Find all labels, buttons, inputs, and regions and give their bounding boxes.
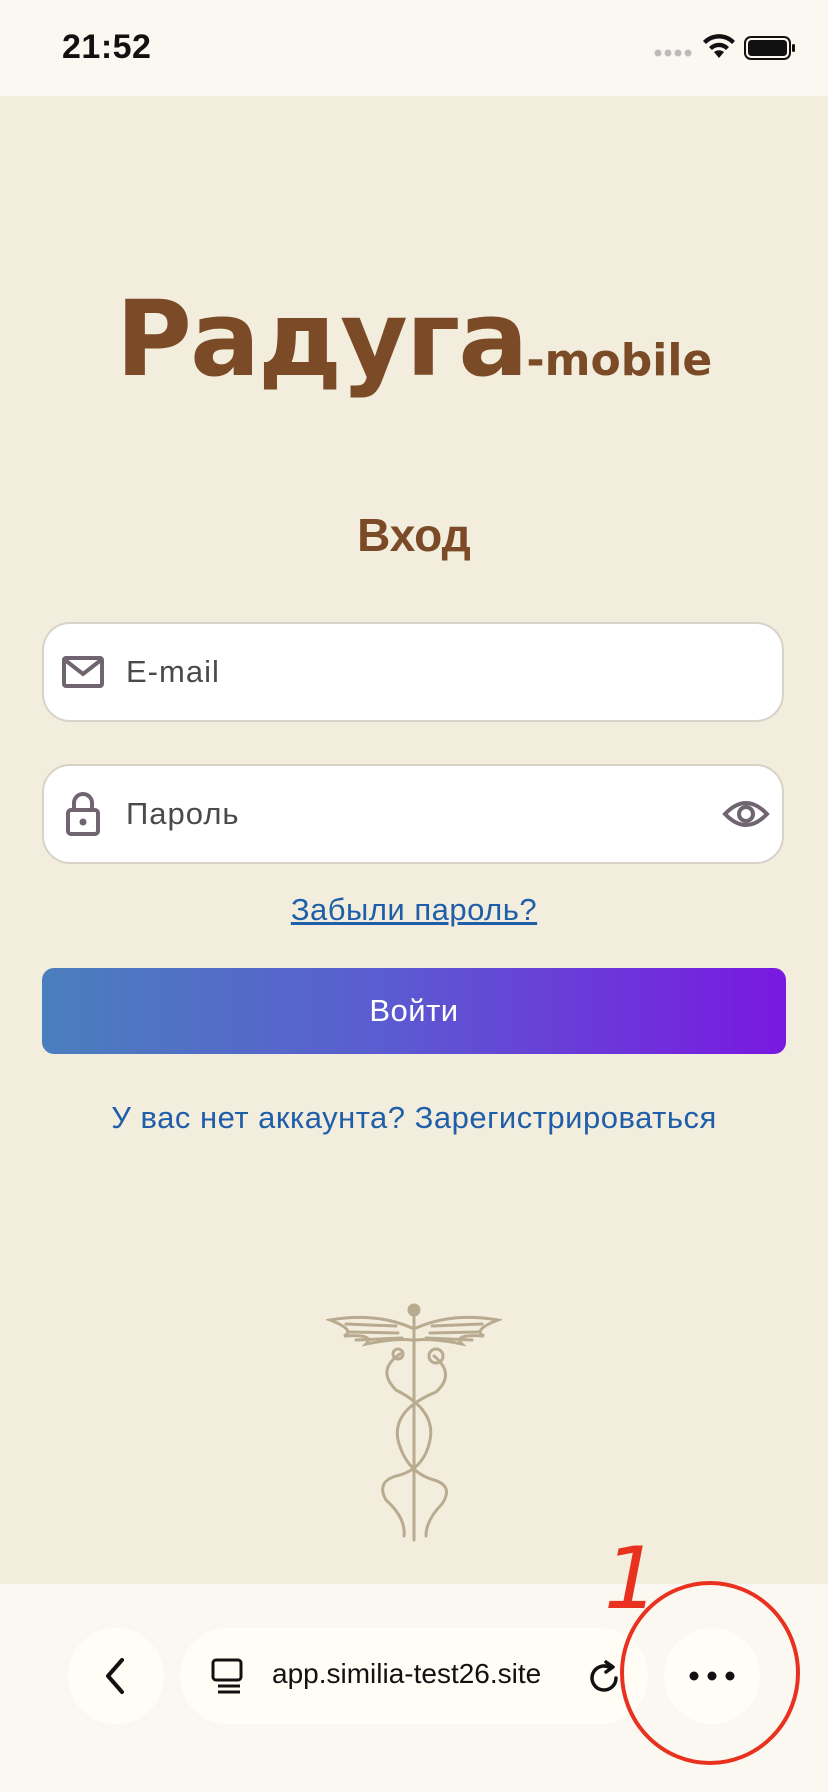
url-text: app.similia-test26.site (272, 1658, 542, 1689)
status-bar: 21:52 (0, 0, 828, 96)
logo-sub-text: -mobile (526, 335, 713, 386)
caduceus-emblem (326, 1303, 502, 1542)
page-title: Вход (357, 509, 471, 561)
battery-icon (744, 36, 795, 60)
lock-icon (66, 792, 100, 836)
signal-icon (654, 49, 692, 57)
password-field[interactable] (42, 764, 784, 864)
forgot-password-link[interactable]: Забыли пароль? (291, 892, 537, 927)
reload-icon[interactable] (584, 1658, 624, 1698)
email-field[interactable] (42, 622, 784, 722)
show-password-icon[interactable] (722, 794, 770, 834)
mail-icon (62, 656, 104, 688)
email-input[interactable] (126, 624, 686, 720)
tab-layout-icon (211, 1658, 243, 1694)
forgot-password-container: Забыли пароль? (0, 892, 828, 928)
logo-main-text: Радуга (115, 278, 529, 400)
password-input[interactable] (126, 766, 686, 862)
login-button[interactable]: Войти (42, 968, 786, 1054)
address-bar[interactable]: app.similia-test26.site (180, 1628, 648, 1724)
chevron-left-icon (106, 1658, 124, 1694)
status-time: 21:52 (62, 28, 152, 66)
back-button[interactable] (68, 1628, 164, 1724)
app-logo: Радуга-mobile (0, 278, 828, 400)
more-options-button[interactable] (664, 1628, 760, 1724)
register-link[interactable]: У вас нет аккаунта? Зарегистрироваться (0, 1100, 828, 1136)
wifi-icon (703, 34, 735, 58)
ellipsis-icon (689, 1671, 735, 1681)
